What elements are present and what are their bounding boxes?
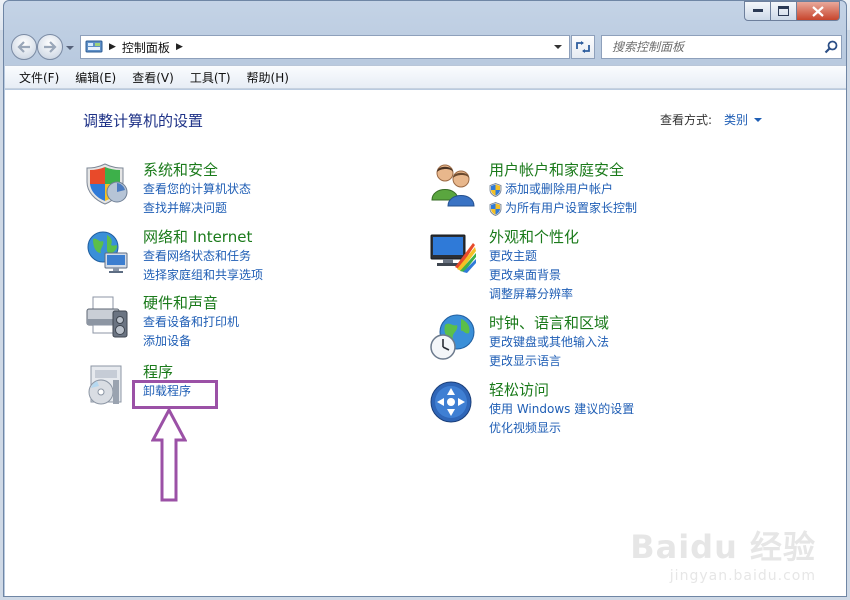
recent-pages-dropdown[interactable] bbox=[65, 43, 75, 53]
link-adjust-resolution[interactable]: 调整屏幕分辨率 bbox=[489, 285, 579, 304]
link-parental-controls-row[interactable]: 为所有用户设置家长控制 bbox=[489, 199, 637, 218]
category-user-accounts-body: 用户帐户和家庭安全 添加或删除用户帐户 为所有用户设置家长控制 bbox=[489, 160, 637, 218]
close-icon bbox=[812, 5, 824, 17]
link-find-fix-problems[interactable]: 查找并解决问题 bbox=[143, 199, 251, 218]
caption-buttons bbox=[744, 1, 840, 21]
menu-edit[interactable]: 编辑(E) bbox=[67, 67, 124, 88]
forward-button[interactable] bbox=[37, 34, 63, 60]
category-appearance-body: 外观和个性化 更改主题 更改桌面背景 调整屏幕分辨率 bbox=[489, 227, 579, 304]
control-panel-content: 调整计算机的设置 查看方式: 类别 系统和安全 查看您的计算机状态 查找并解决问… bbox=[5, 90, 846, 596]
uac-shield-icon bbox=[489, 182, 502, 197]
control-panel-window: ▶ 控制面板 ▶ 文件(F) 编辑(E) 查看(V) 工具(T) 帮助(H) bbox=[3, 0, 847, 597]
category-ease-of-access-body: 轻松访问 使用 Windows 建议的设置 优化视频显示 bbox=[489, 380, 634, 438]
minimize-icon bbox=[752, 9, 763, 12]
link-view-network-status[interactable]: 查看网络状态和任务 bbox=[143, 247, 263, 266]
watermark-logo-text: Baidu 经验 bbox=[630, 528, 816, 566]
menu-view[interactable]: 查看(V) bbox=[124, 67, 182, 88]
breadcrumb-separator-icon: ▶ bbox=[109, 42, 116, 52]
printer-icon[interactable] bbox=[83, 293, 131, 341]
maximize-icon bbox=[778, 6, 789, 16]
category-title-appearance[interactable]: 外观和个性化 bbox=[489, 227, 579, 247]
category-title-ease-of-access[interactable]: 轻松访问 bbox=[489, 380, 634, 400]
users-icon[interactable] bbox=[429, 160, 477, 208]
link-add-device[interactable]: 添加设备 bbox=[143, 332, 239, 351]
category-system-security-body: 系统和安全 查看您的计算机状态 查找并解决问题 bbox=[143, 160, 251, 218]
refresh-icon bbox=[576, 41, 590, 53]
watermark: Baidu 经验 jingyan.baidu.com bbox=[630, 522, 816, 584]
minimize-button[interactable] bbox=[744, 1, 771, 21]
link-parental-controls[interactable]: 为所有用户设置家长控制 bbox=[505, 199, 637, 218]
view-by-selector[interactable]: 类别 bbox=[724, 111, 748, 128]
link-view-devices-printers[interactable]: 查看设备和打印机 bbox=[143, 313, 239, 332]
menu-help[interactable]: 帮助(H) bbox=[239, 67, 297, 88]
uac-shield-icon bbox=[489, 201, 502, 216]
breadcrumb-control-panel[interactable]: 控制面板 bbox=[122, 39, 170, 56]
search-input[interactable] bbox=[602, 37, 821, 57]
forward-arrow-icon bbox=[44, 41, 57, 53]
category-title-user-accounts[interactable]: 用户帐户和家庭安全 bbox=[489, 160, 637, 180]
link-add-remove-accounts-row[interactable]: 添加或删除用户帐户 bbox=[489, 180, 637, 199]
back-button[interactable] bbox=[11, 34, 37, 60]
category-clock-language-region-body: 时钟、语言和区域 更改键盘或其他输入法 更改显示语言 bbox=[489, 313, 609, 371]
refresh-button[interactable] bbox=[571, 35, 595, 59]
link-change-display-language[interactable]: 更改显示语言 bbox=[489, 352, 609, 371]
category-title-system-security[interactable]: 系统和安全 bbox=[143, 160, 251, 180]
category-hardware-sound-body: 硬件和声音 查看设备和打印机 添加设备 bbox=[143, 293, 239, 351]
link-change-background[interactable]: 更改桌面背景 bbox=[489, 266, 579, 285]
category-title-network-internet[interactable]: 网络和 Internet bbox=[143, 227, 263, 247]
view-by-label: 查看方式: bbox=[659, 113, 712, 127]
back-arrow-icon bbox=[17, 41, 30, 53]
category-title-clock-language-region[interactable]: 时钟、语言和区域 bbox=[489, 313, 609, 333]
category-network-internet-body: 网络和 Internet 查看网络状态和任务 选择家庭组和共享选项 bbox=[143, 227, 263, 285]
link-change-theme[interactable]: 更改主题 bbox=[489, 247, 579, 266]
ease-of-access-icon[interactable] bbox=[429, 380, 477, 428]
programs-icon[interactable] bbox=[83, 362, 131, 410]
watermark-url: jingyan.baidu.com bbox=[669, 568, 816, 584]
control-panel-icon bbox=[85, 40, 103, 53]
maximize-button[interactable] bbox=[771, 1, 797, 21]
link-add-remove-accounts[interactable]: 添加或删除用户帐户 bbox=[505, 180, 613, 199]
view-by: 查看方式: 类别 bbox=[660, 111, 762, 128]
appearance-monitor-icon[interactable] bbox=[429, 227, 477, 275]
category-title-programs[interactable]: 程序 bbox=[143, 362, 191, 382]
link-windows-suggested-settings[interactable]: 使用 Windows 建议的设置 bbox=[489, 400, 634, 419]
link-view-computer-status[interactable]: 查看您的计算机状态 bbox=[143, 180, 251, 199]
network-globe-icon[interactable] bbox=[83, 227, 131, 275]
close-button[interactable] bbox=[797, 1, 840, 21]
menu-file[interactable]: 文件(F) bbox=[11, 67, 67, 88]
category-title-hardware-sound[interactable]: 硬件和声音 bbox=[143, 293, 239, 313]
shield-icon[interactable] bbox=[83, 160, 131, 208]
menu-tools[interactable]: 工具(T) bbox=[182, 67, 239, 88]
chevron-down-icon[interactable] bbox=[754, 117, 762, 123]
annotation-highlight-box bbox=[132, 380, 218, 409]
link-optimize-display[interactable]: 优化视频显示 bbox=[489, 419, 634, 438]
navigation-bar: ▶ 控制面板 ▶ bbox=[4, 29, 846, 63]
page-title: 调整计算机的设置 bbox=[83, 112, 204, 130]
link-change-input-method[interactable]: 更改键盘或其他输入法 bbox=[489, 333, 609, 352]
link-homegroup-sharing[interactable]: 选择家庭组和共享选项 bbox=[143, 266, 263, 285]
annotation-up-arrow-icon bbox=[151, 408, 187, 502]
menu-bar: 文件(F) 编辑(E) 查看(V) 工具(T) 帮助(H) bbox=[5, 65, 846, 89]
address-bar[interactable]: ▶ 控制面板 ▶ bbox=[80, 35, 570, 59]
address-dropdown-icon[interactable] bbox=[553, 43, 563, 51]
breadcrumb-separator-icon[interactable]: ▶ bbox=[176, 42, 183, 52]
search-icon[interactable] bbox=[821, 37, 841, 57]
search-box bbox=[601, 35, 842, 59]
clock-globe-icon[interactable] bbox=[429, 313, 477, 361]
